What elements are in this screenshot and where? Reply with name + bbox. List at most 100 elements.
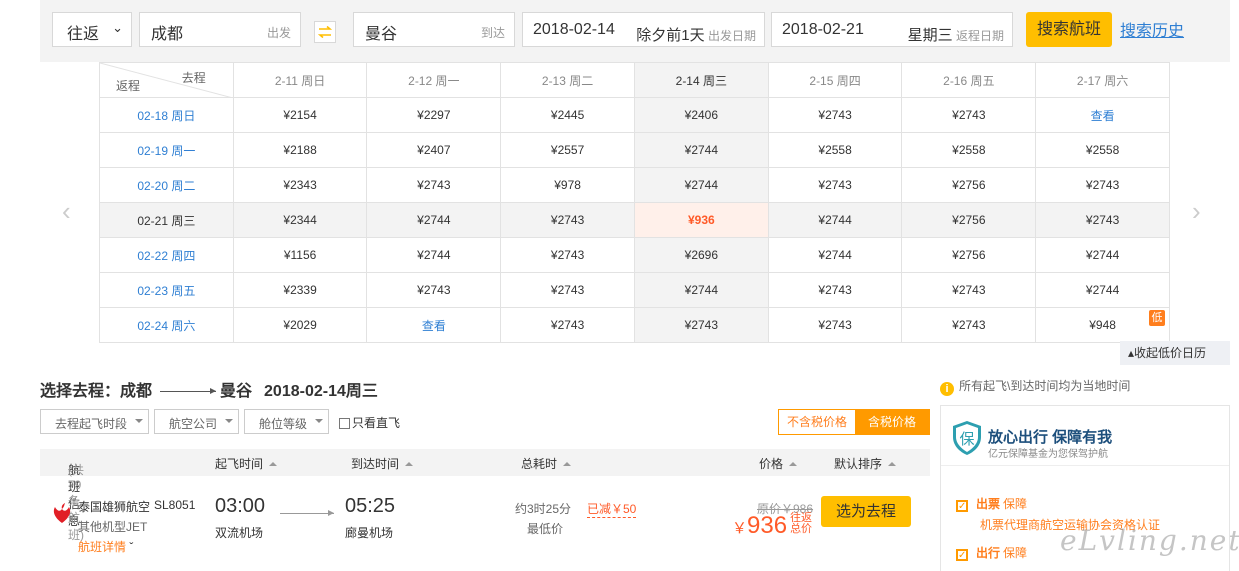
calendar-price-cell[interactable]: ¥2558 [901,132,1037,168]
calendar-price-cell[interactable]: ¥978 [500,167,635,203]
search-history-link[interactable]: 搜索历史 [1120,17,1184,41]
calendar-price-cell[interactable]: ¥2445 [500,97,635,133]
calendar-price-cell[interactable]: ¥1156 [232,237,368,273]
trip-type-value: 往返 [67,26,100,43]
calendar-price-cell[interactable]: ¥2744 [767,202,903,238]
calendar-column-header: 2-11 周日 [232,62,368,98]
calendar-price-cell[interactable]: ¥2743 [1035,167,1170,203]
sort-duration[interactable]: 总耗时 [521,455,571,472]
calendar-price-cell[interactable]: ¥2744 [767,237,903,273]
plane-type: 其他机型JET [78,520,148,534]
calendar-price-cell[interactable]: ¥2744 [366,202,502,238]
calendar-price-cell[interactable]: ¥2756 [901,202,1037,238]
calendar-row: 02-18 周日 ¥2154 ¥2297 ¥2445 ¥2406 ¥2743 ¥2743 查看 [99,97,1170,133]
corner-return-label: 返程 [116,79,141,93]
calendar-view-link[interactable]: 查看 [366,307,502,343]
route-title: 选择去程：成都 曼谷 2018-02-14周三 [40,377,378,401]
depart-date-field[interactable]: 2018-02-14 除夕前1天 出发日期 [522,12,765,47]
calendar-price-cell[interactable]: ¥2743 [366,167,502,203]
collapse-calendar-label: 收起低价日历 [1134,346,1207,360]
calendar-price-cell[interactable]: ¥2407 [366,132,502,168]
collapse-calendar-button[interactable]: ▴收起低价日历 [1120,341,1230,365]
airline-filter[interactable]: 航空公司 [154,409,239,434]
calendar-price-cell[interactable]: ¥2743 [767,97,903,133]
calendar-price-cell[interactable]: ¥2339 [232,272,368,308]
calendar-price-cell[interactable]: ¥2743 [500,272,635,308]
calendar-price-cell[interactable]: ¥2744 [1035,272,1170,308]
swap-cities-button[interactable] [314,21,336,43]
calendar-view-link[interactable]: 查看 [1035,97,1170,133]
sort-price[interactable]: 价格 [759,455,797,472]
calendar-price-cell[interactable]: ¥2743 [500,237,635,273]
calendar-price-cell[interactable]: ¥2744 [1035,237,1170,273]
calendar-price-cell[interactable]: ¥2743 [366,272,502,308]
calendar-price-cell[interactable]: ¥2743 [901,272,1037,308]
calendar-price-cell[interactable]: ¥2743 [767,272,903,308]
depart-time-filter[interactable]: 去程起飞时段 [40,409,149,434]
calendar-price-cell[interactable]: ¥2188 [232,132,368,168]
flight-details-link[interactable]: 航班详情 ˇ [78,538,133,555]
calendar-price-cell[interactable]: ¥2343 [232,167,368,203]
calendar-price-cell[interactable]: ¥936 [633,202,769,238]
search-flights-button[interactable]: 搜索航班 [1026,12,1112,47]
lowest-price-tag: 最低价 [527,522,564,536]
assurance-item-travel: ✓ 出行 保障 [956,544,1027,561]
return-date-hint: 返程日期 [955,29,1004,43]
calendar-price-cell[interactable]: ¥2743 [500,307,635,343]
calendar-price-cell[interactable]: ¥2744 [633,272,769,308]
to-city-field[interactable]: 曼谷 到达 [353,12,515,47]
watermark: eLvling.net [1060,524,1239,557]
return-date-field[interactable]: 2018-02-21 星期三 返程日期 [771,12,1013,47]
calendar-price-cell[interactable]: ¥2756 [901,237,1037,273]
from-city-field[interactable]: 成都 出发 [139,12,301,47]
calendar-price-cell[interactable]: ¥2297 [366,97,502,133]
direct-only-checkbox[interactable]: 只看直飞 [339,414,400,431]
calendar-price-cell[interactable]: ¥2154 [232,97,368,133]
calendar-column-header: 2-14 周三 [633,62,769,98]
calendar-price-cell[interactable]: ¥2557 [500,132,635,168]
arrive-airport: 廊曼机场 [345,526,394,540]
calendar-price-cell[interactable]: ¥2696 [633,237,769,273]
calendar-price-cell[interactable]: ¥2743 [901,97,1037,133]
flight-arrow-icon [280,510,334,516]
assurance-subtitle: 亿元保障基金为您保驾护航 [988,449,1108,460]
calendar-price-cell[interactable]: ¥2743 [901,307,1037,343]
excl-tax-option[interactable]: 不含税价格 [779,410,855,434]
calendar-price-cell[interactable]: ¥2744 [633,132,769,168]
swap-icon [318,26,332,38]
calendar-price-cell[interactable]: ¥2743 [1035,202,1170,238]
local-time-notice: i 所有起飞\到达时间均为当地时间 [940,377,1130,396]
calendar-price-cell[interactable]: ¥2344 [232,202,368,238]
depart-time: 03:00 [215,495,266,517]
low-price-calendar: ‹ › 去程 返程 2-11 周日 2-12 周一 2-13 周二 2-14 周三 2-15… [40,62,1230,343]
trip-type-select[interactable]: 往返 ⌄ [52,12,132,47]
low-price-badge: 低 [1149,310,1165,326]
sort-arrive-time[interactable]: 到达时间 [351,455,413,472]
direct-only-label: 只看直飞 [352,416,401,430]
calendar-price-cell[interactable]: ¥2743 [633,307,769,343]
calendar-row-header: 02-19 周一 [99,132,234,168]
sort-depart-time[interactable]: 起飞时间 [215,455,277,472]
calendar-price-cell[interactable]: ¥2029 [232,307,368,343]
calendar-price-cell[interactable]: ¥2743 [767,307,903,343]
corner-go-label: 去程 [181,71,206,85]
discount-label: 已减￥50 [587,502,637,518]
default-sort[interactable]: 默认排序 [834,455,896,472]
calendar-row: 02-22 周四 ¥1156 ¥2744 ¥2743 ¥2696 ¥2744 ¥2756 ¥2… [99,237,1170,273]
calendar-price-cell[interactable]: ¥2756 [901,167,1037,203]
calendar-next-icon[interactable]: › [1192,196,1201,227]
calendar-row: 02-24 周六 ¥2029 查看 ¥2743 ¥2743 ¥2743 ¥2743 ¥948 [99,307,1170,343]
cabin-filter[interactable]: 舱位等级 [244,409,329,434]
chevron-down-icon: ˇ [129,540,134,554]
calendar-prev-icon[interactable]: ‹ [62,196,71,227]
calendar-price-cell[interactable]: ¥2744 [366,237,502,273]
calendar-price-cell[interactable]: ¥2743 [500,202,635,238]
select-outbound-button[interactable]: 选为去程 [821,496,911,527]
calendar-price-cell[interactable]: ¥2744 [633,167,769,203]
caret-down-icon [315,419,323,423]
incl-tax-option[interactable]: 含税价格 [855,410,929,434]
calendar-price-cell[interactable]: ¥2743 [767,167,903,203]
calendar-price-cell[interactable]: ¥2406 [633,97,769,133]
calendar-price-cell[interactable]: ¥2558 [767,132,903,168]
calendar-price-cell[interactable]: ¥2558 [1035,132,1170,168]
